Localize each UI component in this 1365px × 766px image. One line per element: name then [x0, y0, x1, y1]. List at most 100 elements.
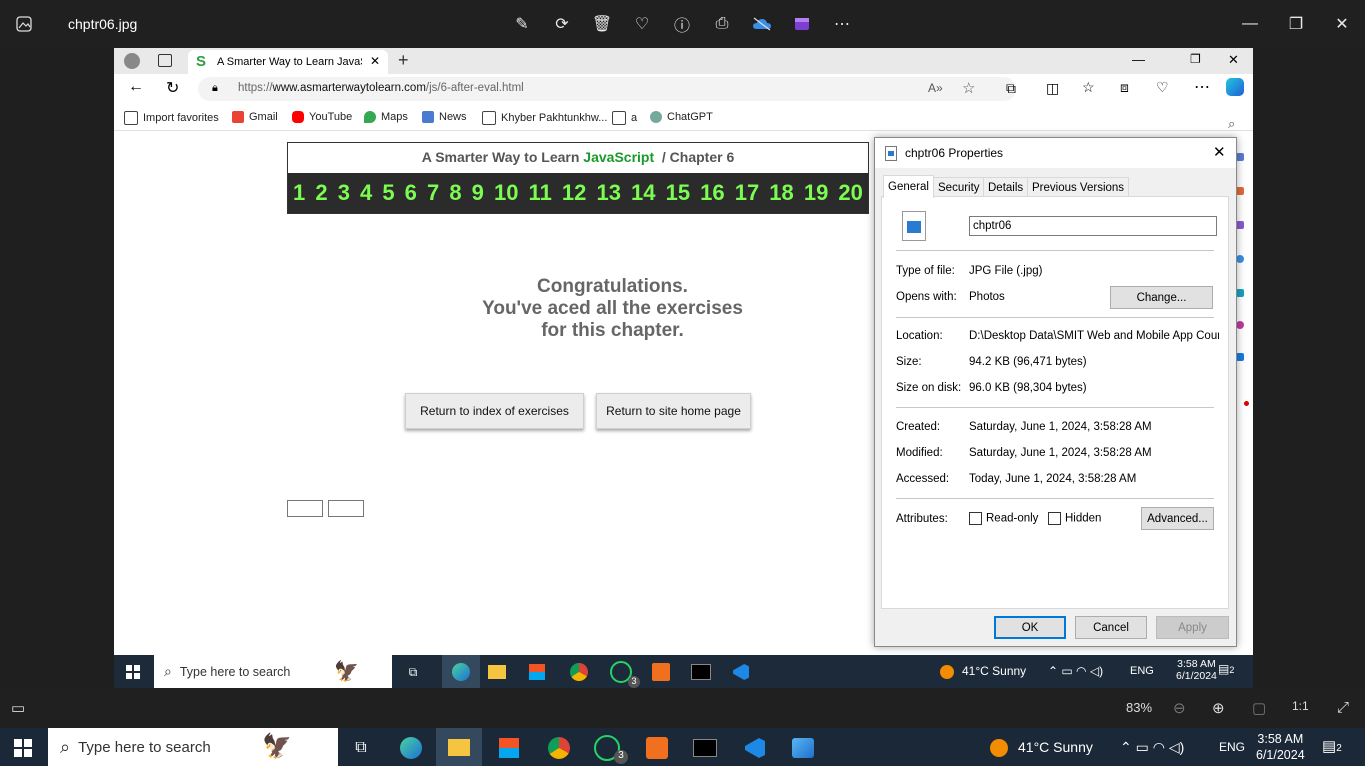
start-icon[interactable]: [8, 734, 38, 762]
sidebar-icon-2[interactable]: [1236, 187, 1244, 195]
inner-explorer-icon[interactable]: [484, 660, 510, 684]
blank-input-1[interactable]: [287, 500, 323, 517]
store-icon[interactable]: [494, 734, 524, 762]
read-aloud-icon[interactable]: A»: [928, 81, 943, 95]
sidebar-icon-1[interactable]: [1236, 153, 1244, 161]
chapter-link[interactable]: 10: [494, 180, 518, 206]
advanced-button[interactable]: Advanced...: [1141, 507, 1214, 530]
taskview-icon[interactable]: ⧉: [346, 734, 376, 762]
chapter-link[interactable]: 5: [382, 180, 394, 206]
chapter-link[interactable]: 4: [360, 180, 372, 206]
pdf-icon[interactable]: [642, 734, 672, 762]
tray-icons[interactable]: ⌃ ▭ ◠ ◁): [1120, 739, 1184, 756]
inner-search-box[interactable]: ⌕ Type here to search 🦅: [154, 655, 392, 688]
tab-previous-versions[interactable]: Previous Versions: [1027, 177, 1130, 198]
blank-input-2[interactable]: [328, 500, 364, 517]
inner-terminal-icon[interactable]: [688, 660, 714, 684]
chapter-link[interactable]: 3: [338, 180, 350, 206]
cancel-button[interactable]: Cancel: [1075, 616, 1147, 639]
sidebar-icon-7[interactable]: [1236, 353, 1244, 361]
file-name-field[interactable]: [969, 216, 1217, 236]
inner-edge-icon[interactable]: [442, 655, 480, 688]
inner-pdf-icon[interactable]: [648, 660, 674, 684]
fav-a[interactable]: a: [612, 111, 637, 125]
fav-import[interactable]: Import favorites: [124, 111, 219, 125]
lang[interactable]: ENG: [1219, 740, 1245, 754]
actual-size-icon[interactable]: 1:1: [1292, 699, 1309, 713]
onedrive-icon[interactable]: [750, 12, 774, 36]
inner-whatsapp-icon[interactable]: 3: [608, 660, 640, 688]
address-bar[interactable]: 🔒︎ https://www.asmarterwaytolearn.com/js…: [198, 77, 1016, 101]
clipchamp-icon[interactable]: [790, 12, 814, 36]
browser-restore-icon[interactable]: ❐: [1190, 52, 1201, 66]
explorer-icon[interactable]: [436, 728, 482, 766]
zoom-in-icon[interactable]: ⊕: [1212, 699, 1225, 717]
copilot-icon[interactable]: [1226, 78, 1244, 96]
inner-vscode-icon[interactable]: [728, 660, 754, 684]
fav-news[interactable]: News: [422, 111, 467, 123]
chapter-link[interactable]: 19: [804, 180, 828, 206]
close-icon[interactable]: ✕: [1330, 12, 1354, 36]
more-icon[interactable]: ⋯: [830, 12, 854, 36]
browser-tab[interactable]: S A Smarter Way to Learn JavaScrip ✕: [188, 50, 388, 74]
collections-icon[interactable]: ⧈: [1120, 79, 1129, 96]
inner-clock[interactable]: 3:58 AM 6/1/2024: [1176, 658, 1217, 682]
split-screen-icon[interactable]: ◫: [1046, 80, 1059, 97]
sidebar-search-icon[interactable]: ⌕: [1228, 116, 1235, 132]
return-home-button[interactable]: Return to site home page: [596, 393, 751, 429]
zoom-out-icon[interactable]: ⊖: [1173, 699, 1186, 717]
chapter-link[interactable]: 15: [666, 180, 690, 206]
new-tab-icon[interactable]: +: [398, 50, 409, 71]
sidebar-icon-5[interactable]: [1236, 289, 1244, 297]
chapter-link[interactable]: 20: [838, 180, 862, 206]
restore-icon[interactable]: ❐: [1284, 12, 1308, 36]
fav-youtube[interactable]: YouTube: [292, 111, 352, 123]
inner-start-icon[interactable]: [120, 660, 146, 684]
tab-details[interactable]: Details: [983, 177, 1029, 198]
hidden-check-box[interactable]: [1048, 512, 1061, 525]
favorite-icon[interactable]: ♡: [630, 12, 654, 36]
print-icon[interactable]: ⎙: [710, 12, 734, 36]
terminal-icon[interactable]: [690, 734, 720, 762]
chapter-link[interactable]: 12: [562, 180, 586, 206]
apply-button[interactable]: Apply: [1156, 616, 1229, 639]
vscode-icon[interactable]: [740, 734, 770, 762]
change-button[interactable]: Change...: [1110, 286, 1213, 309]
back-icon[interactable]: ←: [128, 78, 144, 96]
settings-more-icon[interactable]: ⋯: [1194, 77, 1210, 97]
chapter-link[interactable]: 9: [472, 180, 484, 206]
favorite-star-icon[interactable]: ☆: [962, 79, 975, 97]
chapter-link[interactable]: 17: [735, 180, 759, 206]
inner-chrome-icon[interactable]: [566, 660, 592, 684]
weather[interactable]: 41°C Sunny: [990, 739, 1093, 758]
chapter-link[interactable]: 1: [293, 180, 305, 206]
chapter-link[interactable]: 7: [427, 180, 439, 206]
tab-close-icon[interactable]: ✕: [370, 54, 380, 68]
inner-tray-icons[interactable]: ⌃ ▭ ◠ ◁): [1048, 664, 1103, 678]
chrome-icon[interactable]: [544, 734, 574, 762]
notification-icon[interactable]: ▤2: [1322, 737, 1342, 755]
chapter-link[interactable]: 18: [769, 180, 793, 206]
edge-icon[interactable]: [396, 734, 426, 762]
fav-gmail[interactable]: Gmail: [232, 111, 278, 123]
tab-general[interactable]: General: [883, 175, 934, 198]
fit-window-icon[interactable]: ▢: [1252, 699, 1266, 717]
zoom-level[interactable]: 83%: [1126, 700, 1152, 715]
sidebar-icon-6[interactable]: [1236, 321, 1244, 329]
inner-weather[interactable]: 41°C Sunny: [940, 664, 1026, 679]
return-index-button[interactable]: Return to index of exercises: [405, 393, 584, 429]
sidebar-icon-4[interactable]: [1236, 255, 1244, 263]
profile-icon[interactable]: [124, 53, 140, 69]
chapter-link[interactable]: 8: [449, 180, 461, 206]
browser-essentials-icon[interactable]: ♡: [1156, 79, 1169, 96]
fav-chatgpt[interactable]: ChatGPT: [650, 111, 713, 123]
clock[interactable]: 3:58 AM 6/1/2024: [1256, 731, 1305, 763]
info-icon[interactable]: ⓘ: [670, 12, 694, 36]
fullscreen-icon[interactable]: ⤢: [1337, 699, 1349, 716]
search-box[interactable]: ⌕ Type here to search 🦅: [48, 728, 338, 766]
hidden-checkbox[interactable]: Hidden: [1048, 512, 1101, 525]
inner-lang[interactable]: ENG: [1130, 665, 1154, 677]
readonly-checkbox[interactable]: Read-only: [969, 512, 1038, 525]
filmstrip-icon[interactable]: ▭: [11, 699, 25, 717]
chapter-link[interactable]: 2: [315, 180, 327, 206]
